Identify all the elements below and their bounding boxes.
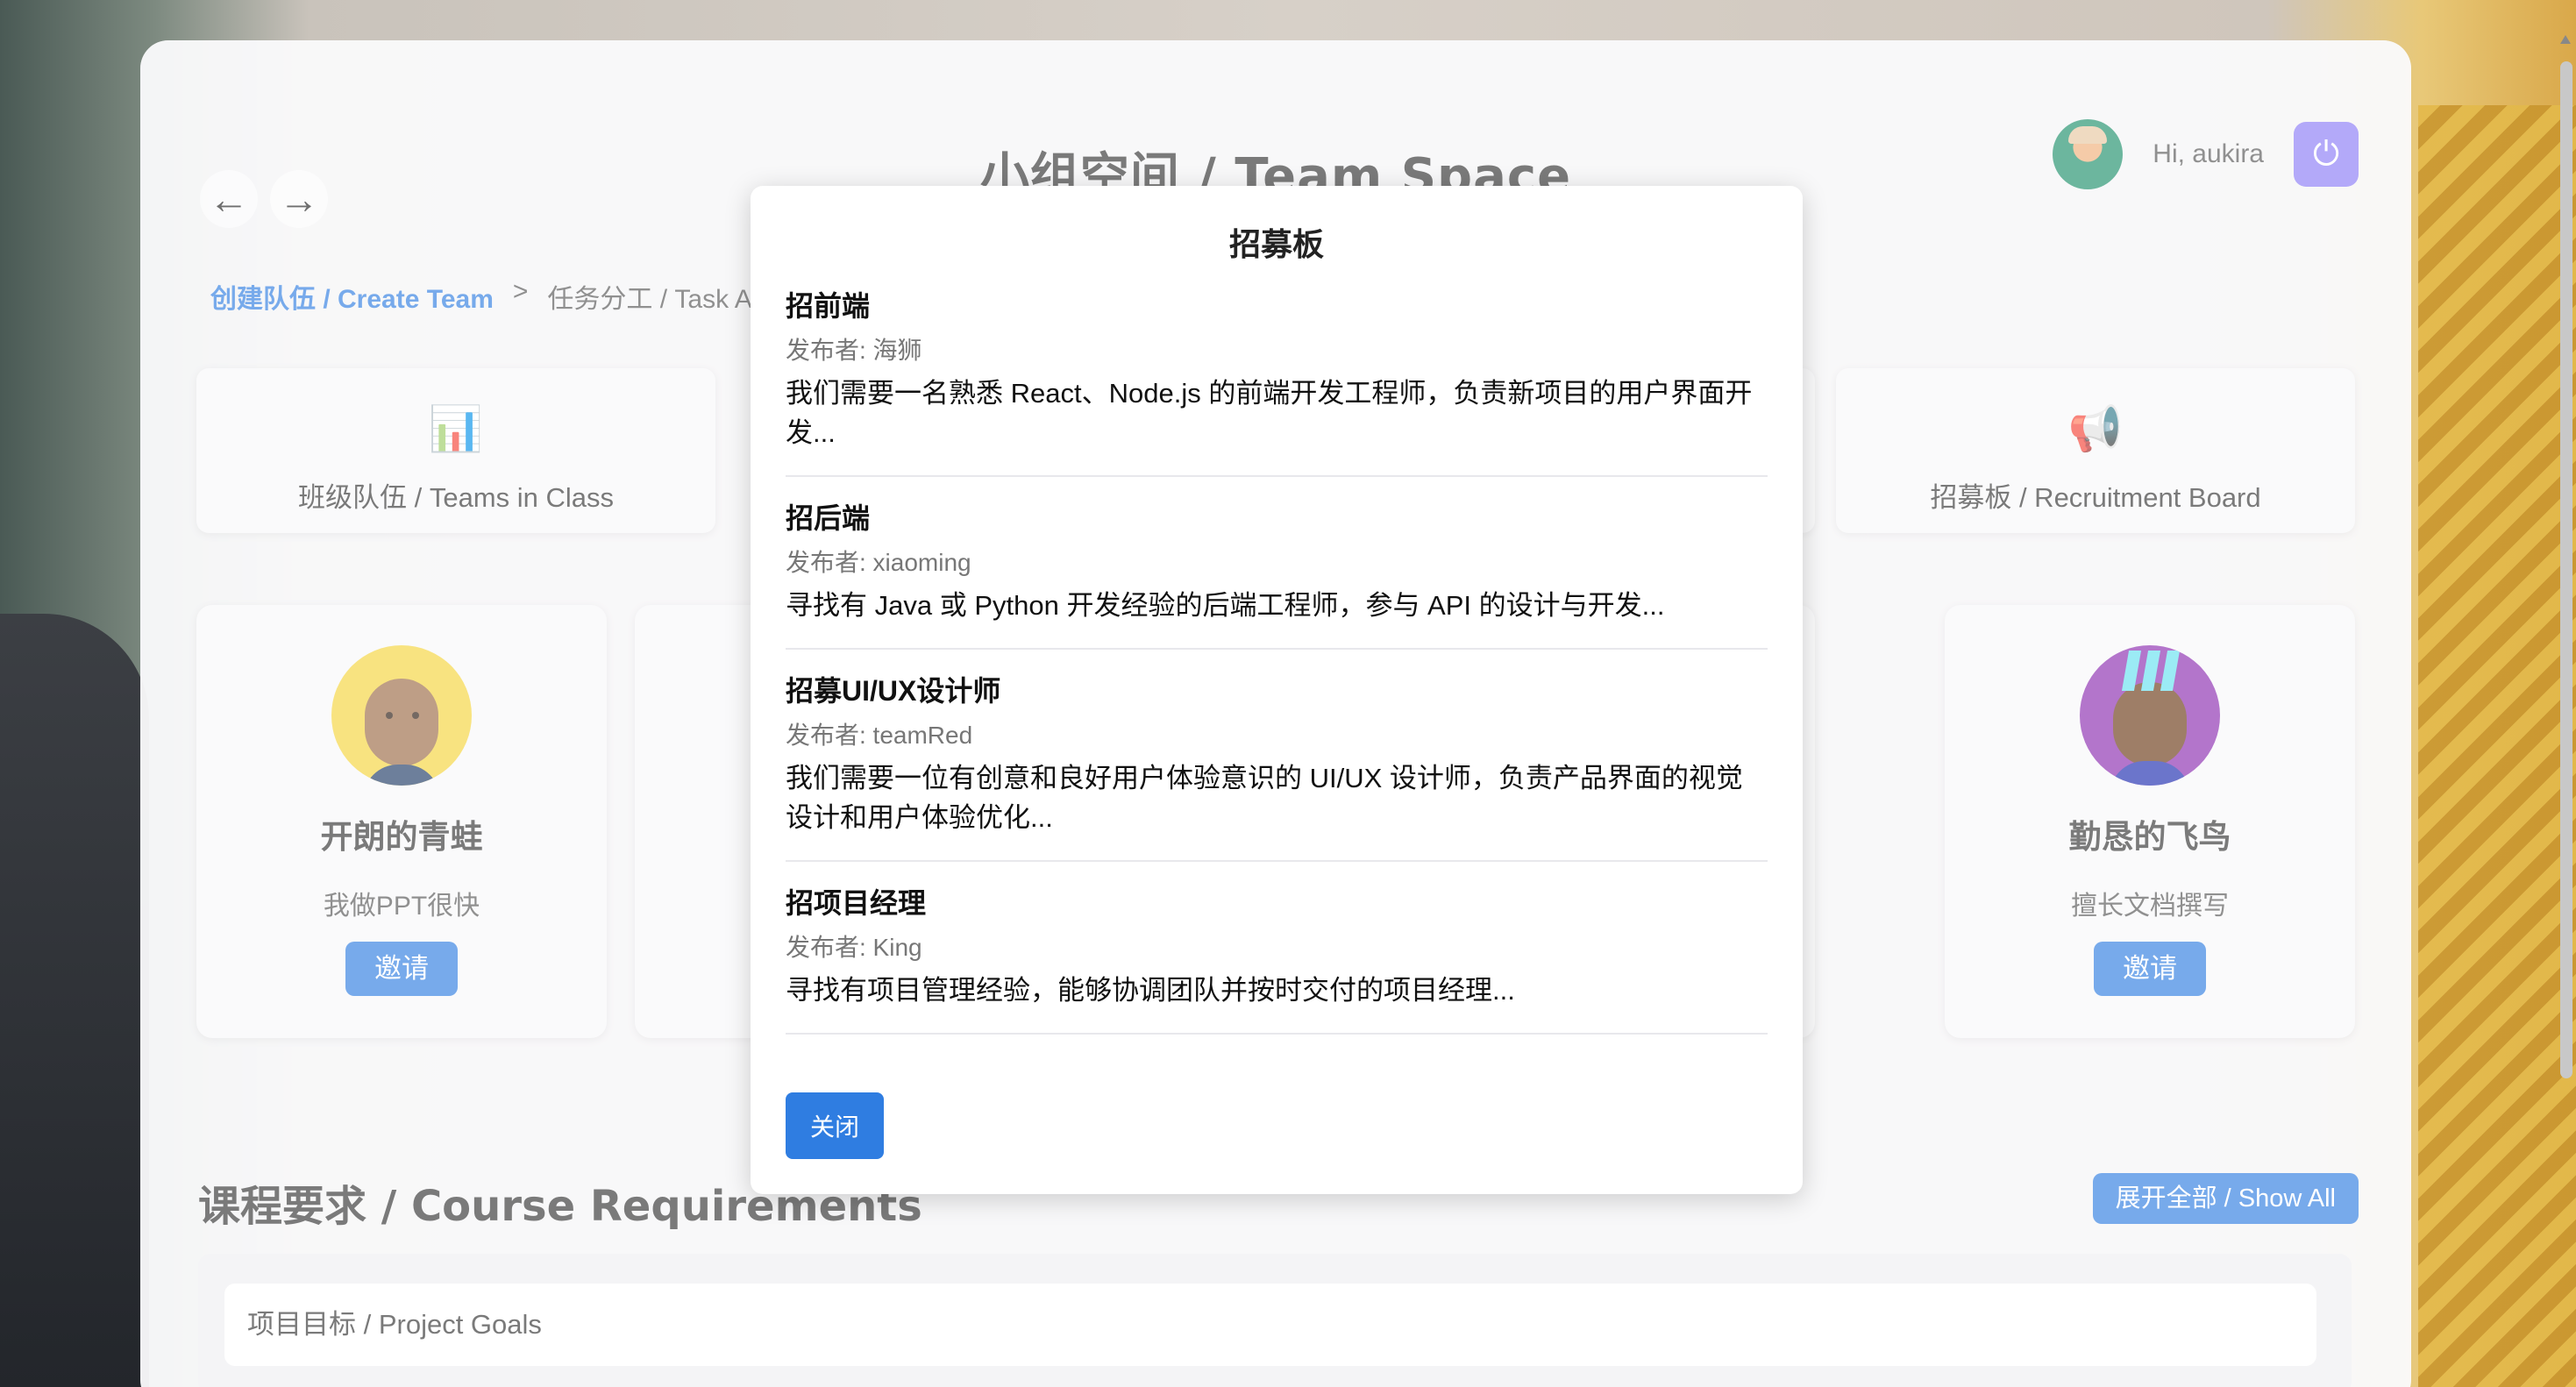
post-description: 寻找有 Java 或 Python 开发经验的后端工程师，参与 API 的设计与… <box>786 590 1665 621</box>
recruitment-post[interactable]: 招项目经理 发布者: King 寻找有项目管理经验，能够协调团队并按时交付的项目… <box>786 862 1768 1035</box>
background-figure-left <box>0 614 149 1387</box>
recruitment-post[interactable]: 招前端 发布者: 海狮 我们需要一名熟悉 React、Node.js 的前端开发… <box>786 265 1768 477</box>
background-figure-right <box>2418 105 2576 1387</box>
post-author: 发布者: King <box>786 934 922 961</box>
post-description: 我们需要一名熟悉 React、Node.js 的前端开发工程师，负责新项目的用户… <box>786 378 1753 448</box>
post-title: 招前端 <box>786 290 871 322</box>
recruitment-board-modal: 招募板 招前端 发布者: 海狮 我们需要一名熟悉 React、Node.js 的… <box>751 186 1803 1194</box>
close-button[interactable]: 关闭 <box>786 1092 884 1159</box>
scroll-up-arrow[interactable] <box>2560 35 2571 44</box>
post-title: 招项目经理 <box>786 887 927 919</box>
recruitment-post[interactable]: 招后端 发布者: xiaoming 寻找有 Java 或 Python 开发经验… <box>786 477 1768 650</box>
post-title: 招后端 <box>786 502 871 534</box>
page-scrollbar[interactable] <box>2560 61 2572 1078</box>
modal-title: 招募板 <box>1228 226 1324 262</box>
post-description: 我们需要一位有创意和良好用户体验意识的 UI/UX 设计师，负责产品界面的视觉设… <box>786 763 1743 833</box>
post-author: 发布者: 海狮 <box>786 337 922 364</box>
post-author: 发布者: xiaoming <box>786 549 971 576</box>
recruitment-post[interactable]: 招募UI/UX设计师 发布者: teamRed 我们需要一位有创意和良好用户体验… <box>786 650 1768 862</box>
post-description: 寻找有项目管理经验，能够协调团队并按时交付的项目经理... <box>786 975 1515 1006</box>
post-title: 招募UI/UX设计师 <box>786 675 1001 707</box>
post-author: 发布者: teamRed <box>786 722 973 749</box>
